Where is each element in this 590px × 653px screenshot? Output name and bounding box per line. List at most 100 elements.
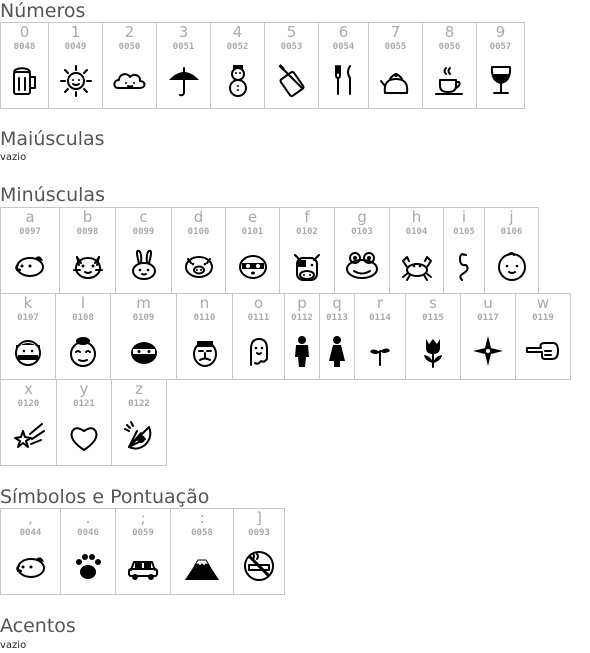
glyph-code: 0099 xyxy=(132,227,155,237)
glyph-code: 0055 xyxy=(384,42,407,52)
glyph-cell-0058: :0058 xyxy=(170,508,234,595)
glyph-grid-minusculas-row2: k 0107 l 0108 m 0109 n 0110 o 0111 p 0112 q 0113 r 0114… xyxy=(0,293,571,380)
glyph-code: 0110 xyxy=(193,313,216,323)
glyph-cell-0051: 3 0051 xyxy=(156,22,211,109)
glyph-char: j xyxy=(509,208,514,226)
glyph-code: 0112 xyxy=(291,313,313,323)
glyph-cell-0097: a 0097 xyxy=(0,207,60,294)
glyph-char: k xyxy=(23,294,33,312)
glyph-char: . xyxy=(85,509,91,527)
glyph-cell-0108: l 0108 xyxy=(55,293,111,380)
glyph-code: 0104 xyxy=(405,227,428,237)
glyph-cell-0106: j 0106 xyxy=(484,207,539,294)
glyph-code: 0051 xyxy=(172,42,195,52)
glyph-cell-0121: y 0121 xyxy=(56,379,112,466)
glyph-cell-0102: f 0102 xyxy=(279,207,335,294)
glyph-cell-0054: 6 0054 xyxy=(318,22,369,109)
glyph-char: f xyxy=(304,208,310,226)
glyph-cell-0111: o 0111 xyxy=(232,293,285,380)
glyph-cell-0056: 8 0056 xyxy=(422,22,477,109)
pointing-hand-icon xyxy=(523,331,563,371)
glyph-char: 7 xyxy=(390,23,401,41)
glyph-code: 0107 xyxy=(17,313,39,323)
sprout-icon xyxy=(360,331,400,371)
glyph-cell-0046: . 0046 xyxy=(60,508,116,595)
boxer-face-icon xyxy=(8,331,48,371)
glyph-char: u xyxy=(483,294,493,312)
glyph-char: 4 xyxy=(232,23,243,41)
glyph-cell-0050: 2 0050 xyxy=(102,22,157,109)
crab-icon xyxy=(397,245,437,285)
glyph-cell-0105: i 0105 xyxy=(443,207,485,294)
glyph-cell-0044: , 0044 xyxy=(0,508,61,595)
cat-face-icon xyxy=(68,245,108,285)
glyph-cell-0113: q 0113 xyxy=(319,293,355,380)
paw-print-icon xyxy=(68,546,108,586)
snowman-icon xyxy=(218,60,258,100)
glyph-code: 0113 xyxy=(326,313,348,323)
section-title-acentos: Acentos xyxy=(0,615,76,637)
glyph-code: 0117 xyxy=(477,313,499,323)
glyph-char: g xyxy=(357,208,367,226)
glyph-cell-0115: s 0115 xyxy=(405,293,461,380)
snake-icon xyxy=(444,245,484,285)
cloud-icon xyxy=(110,60,150,100)
pig-face-icon xyxy=(179,245,219,285)
section-title-maiusculas: Maiúsculas xyxy=(0,128,105,150)
glyph-code: 0048 xyxy=(13,42,36,52)
samurai-face-icon xyxy=(185,331,225,371)
dog-face-icon xyxy=(10,245,50,285)
glyph-cell-0048: 0 0048 xyxy=(0,22,49,109)
glyph-code: 0050 xyxy=(118,42,141,52)
glyph-code: 0114 xyxy=(369,313,391,323)
glyph-grid-minusculas-row3: x 0120 y 0121 z 0122 xyxy=(0,379,167,466)
glyph-char: q xyxy=(332,294,342,312)
glyph-cell-0101: e 0101 xyxy=(225,207,280,294)
beer-mug-icon xyxy=(5,60,45,100)
glyph-code: 0057 xyxy=(489,42,512,52)
glyph-code: 0108 xyxy=(72,313,94,323)
glyph-code: 0105 xyxy=(453,227,475,237)
glyph-char: b xyxy=(82,208,93,226)
glyph-code: 0103 xyxy=(351,227,373,237)
glyph-code: 0121 xyxy=(73,399,95,409)
sumo-face-icon xyxy=(63,331,103,371)
glyph-char: 6 xyxy=(338,23,349,41)
glyph-cell-0112: p 0112 xyxy=(284,293,320,380)
glyph-code: 0098 xyxy=(76,227,99,237)
rabbit-face-icon xyxy=(124,245,164,285)
glyph-code: 0093 xyxy=(248,528,270,538)
glyph-code: 0046 xyxy=(77,528,99,538)
umbrella-icon xyxy=(164,60,204,100)
glyph-code: 0054 xyxy=(332,42,355,52)
glyph-char: d xyxy=(193,208,204,226)
section-note-acentos: vazio xyxy=(0,640,27,651)
glyph-grid-simbolos: , 0044. 0046; 0059:0058] 0093 xyxy=(0,508,285,595)
glyph-char: y xyxy=(79,380,89,398)
glyph-char: 9 xyxy=(495,23,506,41)
glyph-cell-0117: u 0117 xyxy=(460,293,516,380)
glyph-char: 3 xyxy=(178,23,189,41)
heart-icon xyxy=(64,417,104,457)
man-silhouette-icon xyxy=(282,331,322,371)
glyph-cell-0098: b 0098 xyxy=(59,207,116,294)
glyph-char: m xyxy=(136,294,151,312)
glyph-char: 0 xyxy=(19,23,30,41)
glyph-code: 0106 xyxy=(500,227,523,237)
glyph-char: s xyxy=(429,294,437,312)
glyph-cell-0057: 9 0057 xyxy=(476,22,525,109)
glyph-cell-0055: 7 0055 xyxy=(368,22,423,109)
glyph-code: 0056 xyxy=(438,42,461,52)
mount-fuji-icon xyxy=(182,546,222,586)
glyph-char: r xyxy=(376,294,384,312)
glyph-code: 0052 xyxy=(226,42,249,52)
tulip-icon xyxy=(413,331,453,371)
glyph-cell-0103: g 0103 xyxy=(334,207,390,294)
glyph-cell-0104: h 0104 xyxy=(389,207,444,294)
glyph-cell-0110: n 0110 xyxy=(176,293,233,380)
baby-face-icon xyxy=(492,245,532,285)
glyph-char: ] xyxy=(256,509,262,527)
glyph-code: 0109 xyxy=(132,313,155,323)
shuriken-icon xyxy=(468,331,508,371)
ghost-icon xyxy=(239,331,279,371)
